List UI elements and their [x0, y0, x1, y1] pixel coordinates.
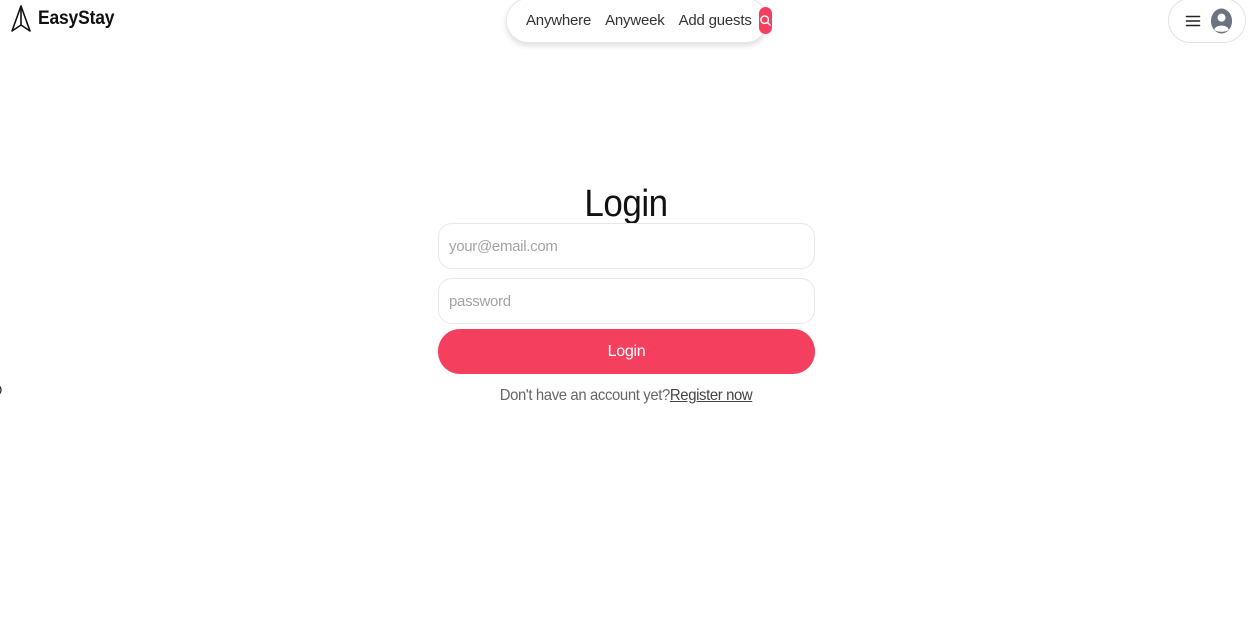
page-title: Login [584, 183, 668, 226]
register-link[interactable]: Register now [670, 387, 753, 404]
brand-name: EasyStay [38, 8, 115, 29]
brand-logo-link[interactable]: EasyStay [10, 4, 121, 34]
top-navbar: EasyStay Anywhere Anyweek Add guests [0, 0, 1256, 44]
search-location[interactable]: Anywhere [519, 10, 598, 31]
email-input[interactable] [438, 223, 815, 269]
paper-plane-icon [10, 4, 32, 34]
edge-artifact [0, 382, 4, 394]
register-prompt-text: Don't have an account yet? [499, 387, 671, 404]
hamburger-icon [1185, 13, 1201, 29]
search-button[interactable] [758, 7, 772, 34]
search-bar[interactable]: Anywhere Anyweek Add guests [506, 0, 772, 43]
search-guests[interactable]: Add guests [672, 10, 759, 31]
user-menu-button[interactable] [1168, 0, 1246, 43]
search-icon [759, 14, 772, 27]
password-input[interactable] [438, 278, 815, 324]
login-button[interactable]: Login [438, 329, 815, 374]
search-week[interactable]: Anyweek [598, 10, 671, 31]
user-avatar-icon [1210, 7, 1233, 35]
register-prompt-line: Don't have an account yet?Register now [44, 387, 1208, 405]
